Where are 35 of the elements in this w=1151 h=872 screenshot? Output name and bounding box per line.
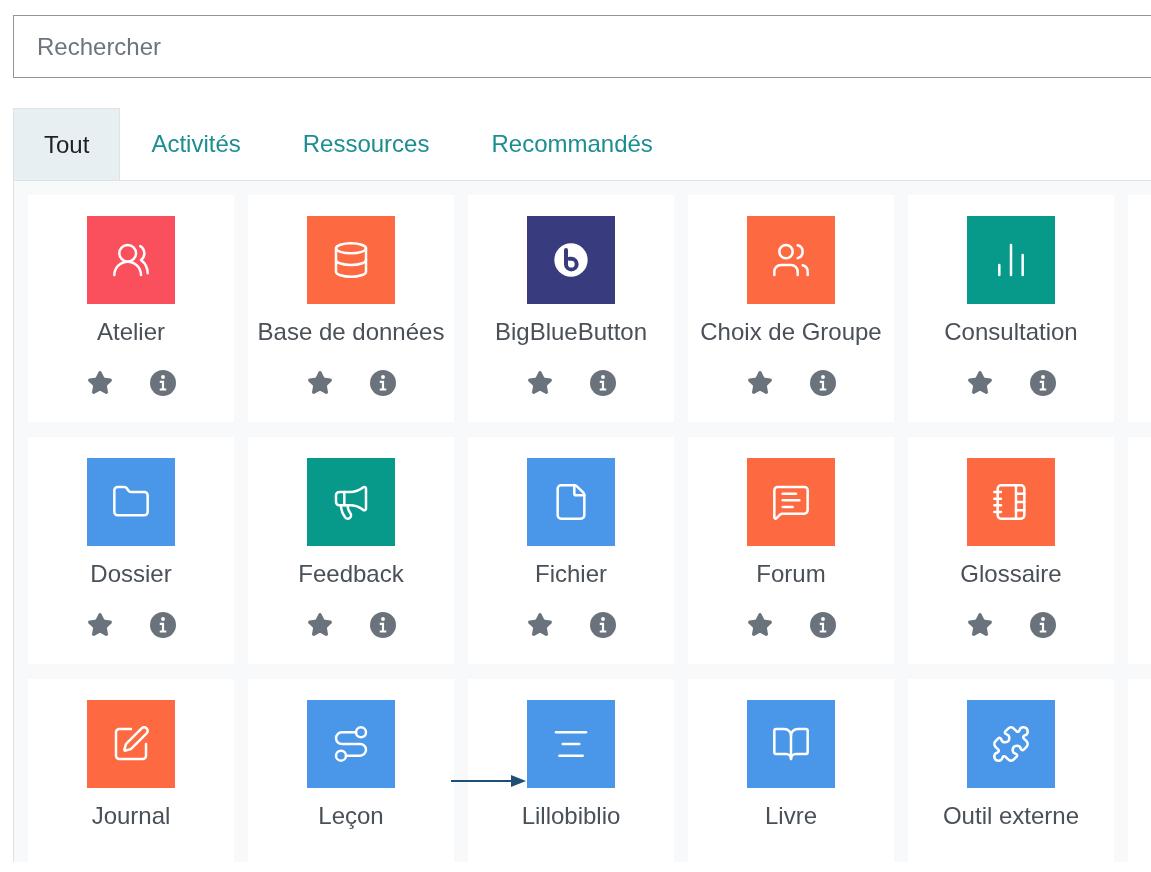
module-card[interactable]: Fichier <box>468 437 674 664</box>
module-name[interactable]: Journal <box>91 796 171 836</box>
module-name[interactable]: Choix de Groupe <box>700 312 882 352</box>
tab[interactable]: Activités <box>120 108 272 180</box>
module-card[interactable]: Journal <box>28 679 234 862</box>
module-card[interactable]: Dossier <box>28 437 234 664</box>
module-card[interactable]: Leçon <box>248 679 454 862</box>
tab[interactable]: Tout <box>13 108 121 180</box>
module-card[interactable]: Outil externe <box>908 679 1114 862</box>
module-card[interactable]: Consultation <box>908 195 1114 422</box>
module-name[interactable]: Forum <box>756 554 826 594</box>
module-card[interactable]: Glossaire <box>908 437 1114 664</box>
module-name[interactable]: Fichier <box>535 554 607 594</box>
module-name[interactable]: Lillobiblio <box>521 796 621 836</box>
module-name[interactable]: Leçon <box>318 796 384 836</box>
module-card[interactable]: Forum <box>688 437 894 664</box>
module-name[interactable]: Feedback <box>298 554 404 594</box>
module-name[interactable]: Dossier <box>90 554 172 594</box>
module-card[interactable]: Livre <box>688 679 894 862</box>
module-name[interactable]: BigBlueButton <box>494 312 648 352</box>
module-card[interactable]: Feedback <box>248 437 454 664</box>
tab[interactable]: Ressources <box>271 108 461 180</box>
module-name[interactable]: Consultation <box>944 312 1078 352</box>
tab[interactable]: Recommandés <box>460 108 684 180</box>
module-name[interactable]: Atelier <box>97 312 165 352</box>
module-card[interactable]: Base de données <box>248 195 454 422</box>
search-field[interactable]: Rechercher <box>13 15 1151 78</box>
module-name[interactable]: Outil externe <box>942 796 1080 836</box>
module-name[interactable]: Base de données <box>257 312 445 352</box>
module-card[interactable]: Choix de Groupe <box>688 195 894 422</box>
module-card[interactable]: Atelier <box>28 195 234 422</box>
module-name[interactable]: Glossaire <box>960 554 1062 594</box>
module-card[interactable]: BigBlueButton <box>468 195 674 422</box>
module-card[interactable]: Lillobiblio <box>468 679 674 862</box>
module-name[interactable]: Livre <box>765 796 817 836</box>
